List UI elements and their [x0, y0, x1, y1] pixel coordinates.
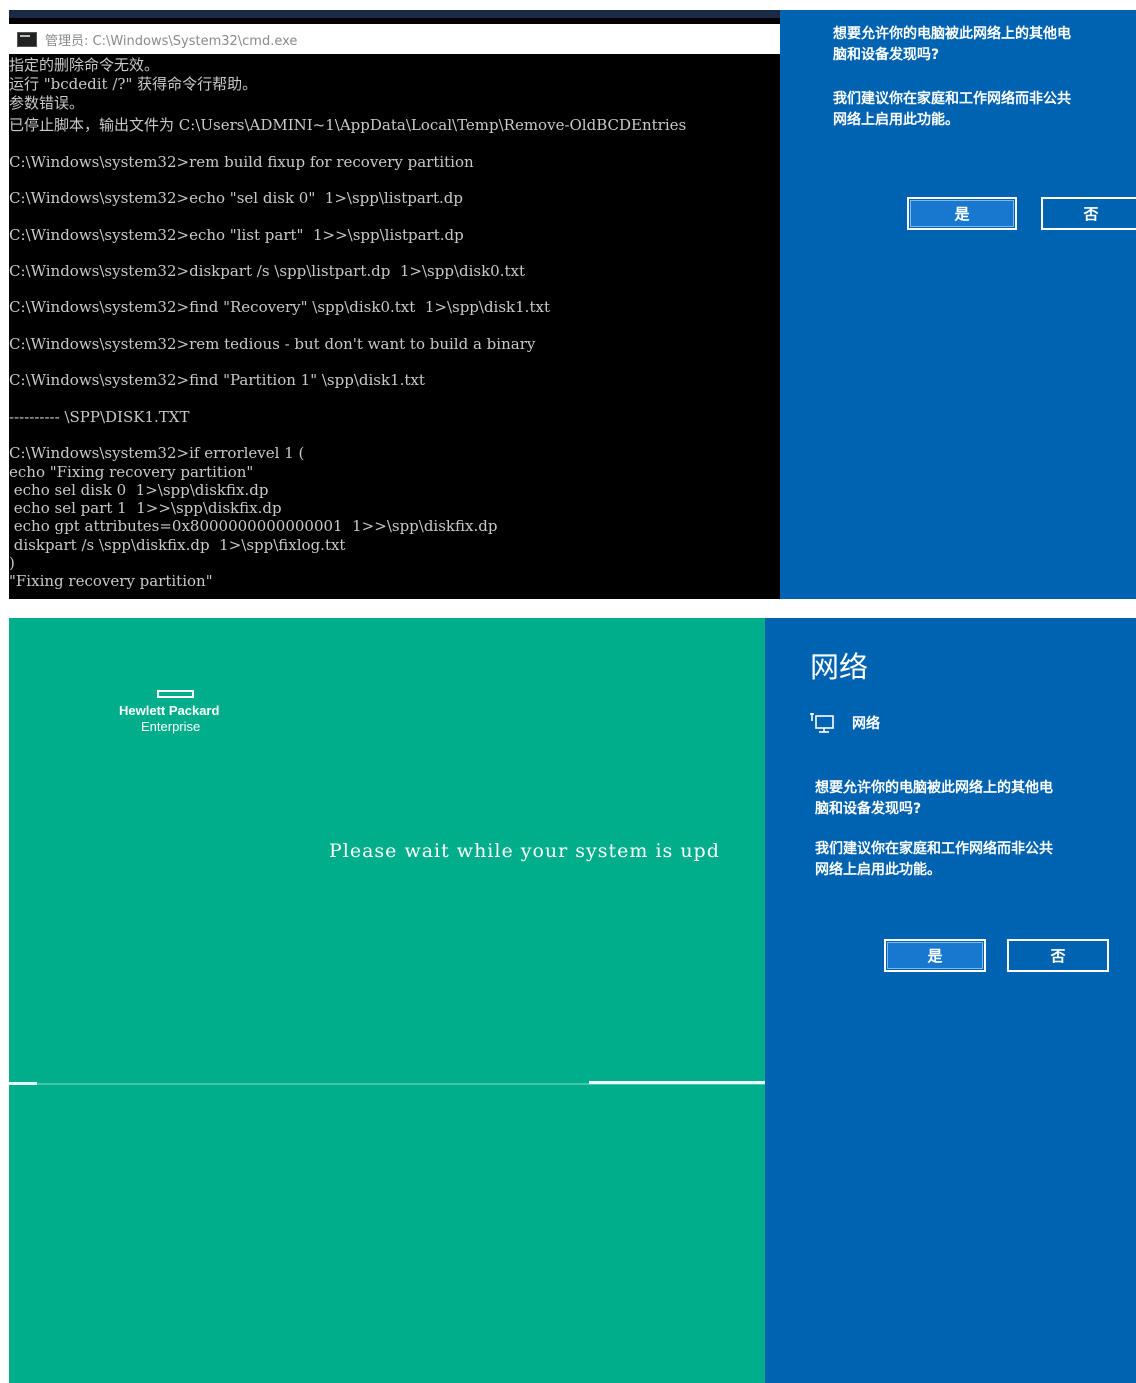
network-name: 网络 [852, 716, 880, 732]
console-line: echo sel disk 0 1>\spp\diskfix.dp [9, 481, 269, 499]
console-line: diskpart /s \spp\diskfix.dp 1>\spp\fixlo… [9, 536, 346, 554]
update-wait-message: Please wait while your system is upd [329, 840, 720, 862]
no-button[interactable]: 否 [1041, 197, 1136, 230]
console-line: C:\Windows\system32>diskpart /s \spp\lis… [9, 262, 526, 280]
yes-button[interactable]: 是 [907, 197, 1017, 230]
console-line: ) [9, 554, 15, 572]
discovery-question: 想要允许你的电脑被此网络上的其他电 [833, 26, 1071, 42]
network-icon [810, 713, 834, 733]
no-button[interactable]: 否 [1007, 939, 1109, 972]
hpe-logo-line1: Hewlett Packard [119, 703, 220, 718]
console-line: C:\Windows\system32>find "Recovery" \spp… [9, 298, 550, 316]
console-line: C:\Windows\system32>rem build fixup for … [9, 153, 474, 171]
discovery-question-line2: 脑和设备发现吗? [833, 47, 940, 63]
console-line: 指定的删除命令无效。 [9, 56, 160, 74]
console-line: C:\Windows\system32>if errorlevel 1 ( [9, 444, 305, 462]
console-line: ---------- \SPP\DISK1.TXT [9, 408, 190, 426]
hpe-logo-line2: Enterprise [141, 719, 201, 734]
cmd-title-bar[interactable]: 管理员: C:\Windows\System32\cmd.exe [9, 24, 780, 54]
discovery-recommendation: 我们建议你在家庭和工作网络而非公共 [815, 841, 1053, 857]
network-panel-title: 网络 [810, 650, 869, 684]
network-discovery-dialog: 想要允许你的电脑被此网络上的其他电 脑和设备发现吗? 我们建议你在家庭和工作网络… [780, 10, 1136, 599]
hpe-update-screen: Hewlett Packard Enterprise Please wait w… [9, 618, 765, 1383]
console-line: C:\Windows\system32>echo "sel disk 0" 1>… [9, 189, 463, 207]
cmd-window[interactable]: 管理员: C:\Windows\System32\cmd.exe 指定的删除命令… [9, 18, 780, 599]
network-flyout-panel: 网络 网络 想要允许你的电脑被此网络上的其他电 脑和设备发现吗? 我们建议你在家… [765, 618, 1136, 1383]
network-entry[interactable]: 网络 [810, 712, 880, 734]
console-line: 运行 "bcdedit /?" 获得命令行帮助。 [9, 75, 258, 93]
console-output[interactable]: 指定的删除命令无效。 运行 "bcdedit /?" 获得命令行帮助。 参数错误… [9, 54, 780, 599]
console-line: "Fixing recovery partition" [9, 572, 213, 590]
hpe-logo-icon [157, 690, 194, 698]
progress-indicator [9, 1082, 37, 1085]
console-line: C:\Windows\system32>find "Partition 1" \… [9, 371, 425, 389]
discovery-question: 想要允许你的电脑被此网络上的其他电 [815, 780, 1053, 796]
discovery-recommendation-line2: 网络上启用此功能。 [833, 112, 959, 128]
console-icon [17, 31, 37, 47]
discovery-recommendation-line2: 网络上启用此功能。 [815, 862, 941, 878]
discovery-question-line2: 脑和设备发现吗? [815, 801, 922, 817]
console-line: 参数错误。 [9, 94, 85, 112]
console-line: 已停止脚本，输出文件为 C:\Users\ADMINI~1\AppData\Lo… [9, 116, 687, 134]
top-screenshot: 管理员: C:\Windows\System32\cmd.exe 指定的删除命令… [9, 10, 1136, 599]
console-line: echo sel part 1 1>>\spp\diskfix.dp [9, 499, 282, 517]
console-line: C:\Windows\system32>echo "list part" 1>>… [9, 226, 464, 244]
cmd-window-title: 管理员: C:\Windows\System32\cmd.exe [45, 33, 298, 49]
console-line: C:\Windows\system32>rem tedious - but do… [9, 335, 536, 353]
yes-button[interactable]: 是 [884, 939, 986, 972]
progress-indicator [589, 1081, 765, 1084]
console-line: echo "Fixing recovery partition" [9, 463, 254, 481]
bottom-screenshot: Hewlett Packard Enterprise Please wait w… [9, 618, 1136, 1383]
discovery-recommendation: 我们建议你在家庭和工作网络而非公共 [833, 91, 1071, 107]
console-line: echo gpt attributes=0x8000000000000001 1… [9, 517, 498, 535]
